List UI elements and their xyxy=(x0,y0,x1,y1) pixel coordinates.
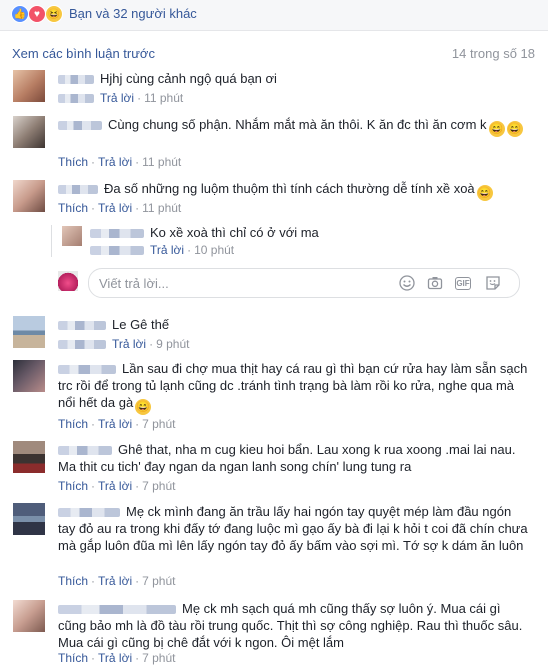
blurred-text xyxy=(58,94,94,104)
avatar[interactable] xyxy=(62,226,82,246)
comment-time[interactable]: 10 phút xyxy=(194,243,234,257)
comment-count: 14 trong số 18 xyxy=(451,46,535,61)
view-previous-comments-link[interactable]: Xem các bình luận trước xyxy=(12,46,155,61)
avatar[interactable] xyxy=(13,116,45,148)
reactions-summary[interactable]: Bạn và 32 người khác xyxy=(69,6,197,21)
reaction-icons[interactable]: 👍 ♥ 😆 xyxy=(11,5,63,23)
reply-thread-line xyxy=(51,225,52,257)
comment-actions: Thích · Trả lời · 11 phút xyxy=(58,201,182,215)
comment-text: Ko xề xoà thì chỉ có ở với ma xyxy=(150,225,319,240)
reply-link[interactable]: Trả lời xyxy=(98,479,132,493)
sticker-icon[interactable] xyxy=(485,275,501,291)
camera-icon[interactable] xyxy=(427,275,443,291)
commenter-name[interactable] xyxy=(90,229,144,239)
emoji-icon[interactable] xyxy=(399,275,415,291)
comment: Cùng chung số phận. Nhắm mắt mà ăn thôi.… xyxy=(58,116,538,137)
commenter-name[interactable] xyxy=(58,605,176,615)
comment-text: Hjhj cùng cảnh ngộ quá bạn ơi xyxy=(100,71,277,86)
avatar[interactable] xyxy=(13,600,45,632)
comment-actions: Thích · Trả lời · 7 phút xyxy=(58,479,176,493)
comment-text: Cùng chung số phận. Nhắm mắt mà ăn thôi.… xyxy=(108,117,487,132)
commenter-name[interactable] xyxy=(58,121,102,131)
comment-actions: Thích · Trả lời · 11 phút xyxy=(58,155,182,169)
commenter-name[interactable] xyxy=(58,321,106,331)
comment-actions: Trả lời · 11 phút xyxy=(58,91,183,105)
comment: Lần sau đi chợ mua thịt hay cá rau gì th… xyxy=(58,360,528,415)
laughing-emoji-icon: 😄 xyxy=(488,121,505,137)
avatar[interactable] xyxy=(13,360,45,392)
like-link[interactable]: Thích xyxy=(58,417,88,431)
current-user-avatar xyxy=(58,271,78,291)
reply-input[interactable] xyxy=(97,275,381,292)
comment-time[interactable]: 11 phút xyxy=(142,201,181,215)
comment-time[interactable]: 7 phút xyxy=(142,651,175,665)
like-link[interactable]: Thích xyxy=(58,479,88,493)
haha-icon: 😆 xyxy=(45,5,63,23)
reactions-bar: 👍 ♥ 😆 Bạn và 32 người khác xyxy=(0,0,548,30)
laughing-emoji-icon: 😄 xyxy=(506,121,523,137)
like-link[interactable]: Thích xyxy=(58,155,88,169)
comment-text: Mẹ ck mình đang ăn trầu lấy hai ngón tay… xyxy=(58,504,528,553)
comment-text: Ghê that, nha m cug kieu hoi bẩn. Lau xo… xyxy=(58,442,516,474)
comment: Ghê that, nha m cug kieu hoi bẩn. Lau xo… xyxy=(58,441,528,475)
blurred-text xyxy=(58,340,106,350)
reply-link[interactable]: Trả lời xyxy=(98,574,132,588)
laughing-emoji-icon: 😄 xyxy=(135,399,152,415)
divider xyxy=(0,30,548,31)
gif-icon[interactable]: GIF xyxy=(455,275,471,291)
commenter-name[interactable] xyxy=(58,75,94,85)
comment: Le Gê thế xyxy=(58,316,528,333)
comment: Đa số những ng luộm thuộm thì tính cách … xyxy=(58,180,538,201)
comment-text: Lần sau đi chợ mua thịt hay cá rau gì th… xyxy=(58,361,528,410)
avatar[interactable] xyxy=(13,180,45,212)
comment-actions: Thích · Trả lời · 7 phút xyxy=(58,417,176,431)
commenter-name[interactable] xyxy=(58,508,120,518)
comment-time[interactable]: 7 phút xyxy=(142,479,175,493)
comment-actions: Thích · Trả lời · 7 phút xyxy=(58,574,176,588)
reply-link[interactable]: Trả lời xyxy=(150,243,184,257)
like-link[interactable]: Thích xyxy=(58,651,88,665)
laughing-emoji-icon: 😄 xyxy=(476,185,493,201)
like-link[interactable]: Thích xyxy=(58,574,88,588)
commenter-name[interactable] xyxy=(58,185,98,195)
comment-time[interactable]: 11 phút xyxy=(144,91,183,105)
comment-time[interactable]: 7 phút xyxy=(142,574,175,588)
reply-composer: GIF xyxy=(88,268,520,298)
comment-time[interactable]: 9 phút xyxy=(156,337,189,351)
comment: Mẹ ck mình đang ăn trầu lấy hai ngón tay… xyxy=(58,503,528,554)
avatar[interactable] xyxy=(13,441,45,473)
comment: Mẹ ck mh sạch quá mh cũng thấy sợ luôn ý… xyxy=(58,600,528,651)
love-icon: ♥ xyxy=(28,5,46,23)
comment-actions: Thích · Trả lời · 7 phút xyxy=(58,651,176,665)
reply-comment: Ko xề xoà thì chỉ có ở với ma xyxy=(90,224,510,241)
reply-link[interactable]: Trả lời xyxy=(98,201,132,215)
reply-link[interactable]: Trả lời xyxy=(112,337,146,351)
comment-time[interactable]: 7 phút xyxy=(142,417,175,431)
like-link[interactable]: Thích xyxy=(58,201,88,215)
like-icon: 👍 xyxy=(11,5,29,23)
comment-actions: Trả lời · 9 phút xyxy=(58,337,189,351)
commenter-name[interactable] xyxy=(58,446,112,456)
comment-text: Le Gê thế xyxy=(112,317,170,332)
commenter-name[interactable] xyxy=(58,365,116,375)
comment-text: Đa số những ng luộm thuộm thì tính cách … xyxy=(104,181,475,196)
blurred-text xyxy=(90,246,144,256)
reply-actions: Trả lời · 10 phút xyxy=(90,243,234,257)
reply-link[interactable]: Trả lời xyxy=(98,155,132,169)
avatar[interactable] xyxy=(13,316,45,348)
avatar[interactable] xyxy=(13,503,45,535)
comment: Hjhj cùng cảnh ngộ quá bạn ơi xyxy=(58,70,528,87)
comment-time[interactable]: 11 phút xyxy=(142,155,181,169)
reply-link[interactable]: Trả lời xyxy=(98,651,132,665)
reply-link[interactable]: Trả lời xyxy=(100,91,134,105)
reply-link[interactable]: Trả lời xyxy=(98,417,132,431)
avatar[interactable] xyxy=(13,70,45,102)
